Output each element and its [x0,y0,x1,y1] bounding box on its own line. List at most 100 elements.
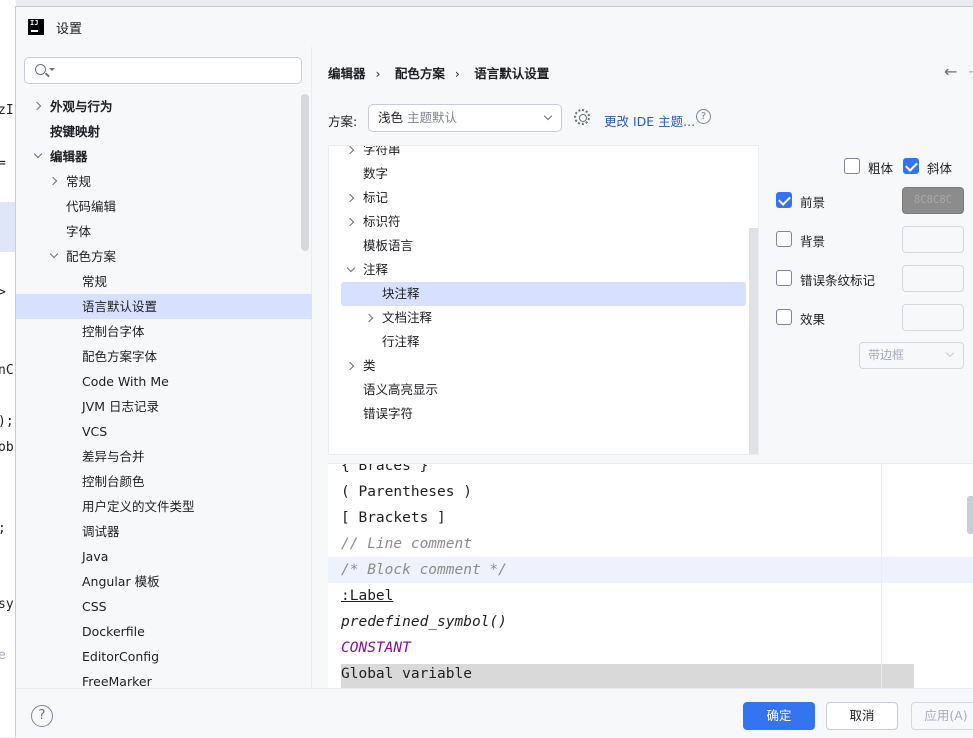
attribute-tree-item[interactable]: 模板语言 [329,234,747,258]
attribute-tree-item[interactable]: 标识符 [329,210,747,234]
settings-tree-item[interactable]: 常规 [16,169,312,194]
breadcrumb-item: 编辑器 [328,66,366,81]
error-stripe-checkbox[interactable] [776,270,792,286]
settings-tree-item[interactable]: Angular 模板 [16,569,312,594]
attribute-tree-item-label: 数字 [363,166,389,181]
error-stripe-color-swatch[interactable] [902,265,964,292]
settings-tree-item-label: 控制台字体 [82,324,145,339]
settings-tree-item[interactable]: CSS [16,594,312,619]
italic-checkbox[interactable] [903,158,919,174]
scheme-value: 浅色 [378,110,404,125]
attribute-tree-item[interactable]: 字符串 [329,146,747,162]
attribute-tree-item[interactable]: 语义高亮显示 [329,378,747,402]
help-icon[interactable]: ? [696,109,711,124]
attribute-tree-item[interactable]: 注释 [329,258,747,282]
chevron-right-icon[interactable] [347,194,355,202]
chevron-right-icon[interactable] [347,146,355,154]
settings-tree-item-label: 外观与行为 [50,99,113,114]
effects-checkbox[interactable] [776,309,792,325]
attribute-tree-item[interactable]: 文档注释 [329,306,747,330]
settings-tree-item-label: Angular 模板 [82,574,160,589]
settings-tree-item[interactable]: 配色方案 [16,244,312,269]
settings-tree-item[interactable]: Dockerfile [16,619,312,644]
attribute-tree-item[interactable]: 类 [329,354,747,378]
settings-tree-item[interactable]: 语言默认设置 [16,294,312,319]
scheme-dropdown[interactable]: 浅色 主题默认 [368,104,562,132]
settings-tree-item-label: 调试器 [82,524,120,539]
settings-tree-item[interactable]: 字体 [16,219,312,244]
window-title: 设置 [56,22,83,37]
settings-tree-item[interactable]: Java [16,544,312,569]
settings-tree-item[interactable]: 外观与行为 [16,94,312,119]
scheme-hint: 主题默认 [407,110,458,125]
ok-button[interactable]: 确定 [743,702,815,730]
chevron-right-icon[interactable] [34,102,42,110]
sidebar-scrollbar[interactable] [301,94,309,251]
attribute-tree-item[interactable]: 数字 [329,162,747,186]
background-code-fragment: ); [0,414,14,429]
settings-sidebar: 外观与行为 按键映射 编辑器 常规 代码编辑 字体 配色方案 常规 语言默认设置 控制台字体 配色方… [16,47,312,689]
chevron-down-icon[interactable] [347,266,355,274]
effects-color-swatch[interactable] [902,304,964,331]
background-color-swatch[interactable] [902,226,964,253]
apply-button[interactable]: 应用(A) [911,702,973,730]
settings-tree-item[interactable]: 用户定义的文件类型 [16,494,312,519]
settings-tree-item-label: VCS [82,424,108,439]
foreground-checkbox[interactable] [776,192,792,208]
foreground-color-swatch[interactable]: 8C8C8C [902,187,964,214]
preview-code-line: /* Block comment */ [341,562,507,578]
settings-tree-item[interactable]: 编辑器 [16,144,312,169]
italic-label: 斜体 [927,161,953,176]
attribute-tree-item[interactable]: 行注释 [329,330,747,354]
settings-tree-item[interactable]: EditorConfig [16,644,312,669]
settings-tree-item[interactable]: 差异与合并 [16,444,312,469]
change-ide-theme-link[interactable]: 更改 IDE 主题... [604,111,695,130]
chevron-down-icon[interactable] [50,252,58,260]
attribute-tree-item[interactable]: 标记 [329,186,747,210]
settings-tree-item-label: 常规 [82,274,108,289]
gear-icon[interactable] [574,109,590,125]
search-options-caret-icon[interactable] [49,68,55,71]
settings-tree-item[interactable]: 代码编辑 [16,194,312,219]
chevron-right-icon[interactable] [347,362,355,370]
cancel-button[interactable]: 取消 [826,702,898,730]
attribute-tree-item[interactable]: 块注释 [341,282,746,306]
background-code-fragment: ; [0,521,6,536]
help-button[interactable]: ? [31,705,53,727]
effect-type-value: 带边框 [868,348,905,362]
settings-tree-item[interactable]: Code With Me [16,369,312,394]
forward-arrow-icon[interactable]: → [968,62,973,81]
chevron-down-icon [543,111,553,121]
settings-tree-item-label: 代码编辑 [66,199,117,214]
background-checkbox[interactable] [776,231,792,247]
chevron-down-icon[interactable] [34,152,42,160]
breadcrumb: 编辑器 › 配色方案 › 语言默认设置 [328,63,559,82]
intellij-logo-icon: IJ [28,19,44,35]
title-bar[interactable]: IJ 设置 [16,7,973,47]
bold-checkbox[interactable] [844,158,860,174]
effect-type-dropdown[interactable]: 带边框 [859,342,964,369]
search-input[interactable] [24,57,302,84]
settings-tree-item[interactable]: 按键映射 [16,119,312,144]
background-code-fragment: sy [0,597,14,612]
back-arrow-icon[interactable]: ← [944,62,957,81]
attribute-tree-item[interactable]: 错误字符 [329,402,747,426]
settings-tree-item[interactable]: 常规 [16,269,312,294]
attribute-tree-item-label: 文档注释 [382,310,433,325]
attribute-tree-scrollbar[interactable] [749,228,758,454]
preview-scrollbar[interactable] [967,496,973,534]
chevron-right-icon[interactable] [50,177,58,185]
settings-tree-item[interactable]: 控制台颜色 [16,469,312,494]
chevron-right-icon[interactable] [347,218,355,226]
attribute-tree-item-label: 错误字符 [363,406,414,421]
code-preview[interactable]: { Braces } ( Parentheses ) [ Brackets ] // … [328,463,973,688]
settings-tree-item[interactable]: 配色方案字体 [16,344,312,369]
settings-tree-item[interactable]: VCS [16,419,312,444]
background-editor-highlight [0,202,16,252]
settings-tree-item[interactable]: 控制台字体 [16,319,312,344]
settings-tree-item[interactable]: JVM 日志记录 [16,394,312,419]
settings-tree-item[interactable]: 调试器 [16,519,312,544]
preview-code-line: CONSTANT [341,640,411,656]
chevron-right-icon[interactable] [366,314,374,322]
attribute-properties: 粗体 斜体 前景 8C8C8C 背景 错误条纹标记 效果 带边框 [759,145,973,463]
